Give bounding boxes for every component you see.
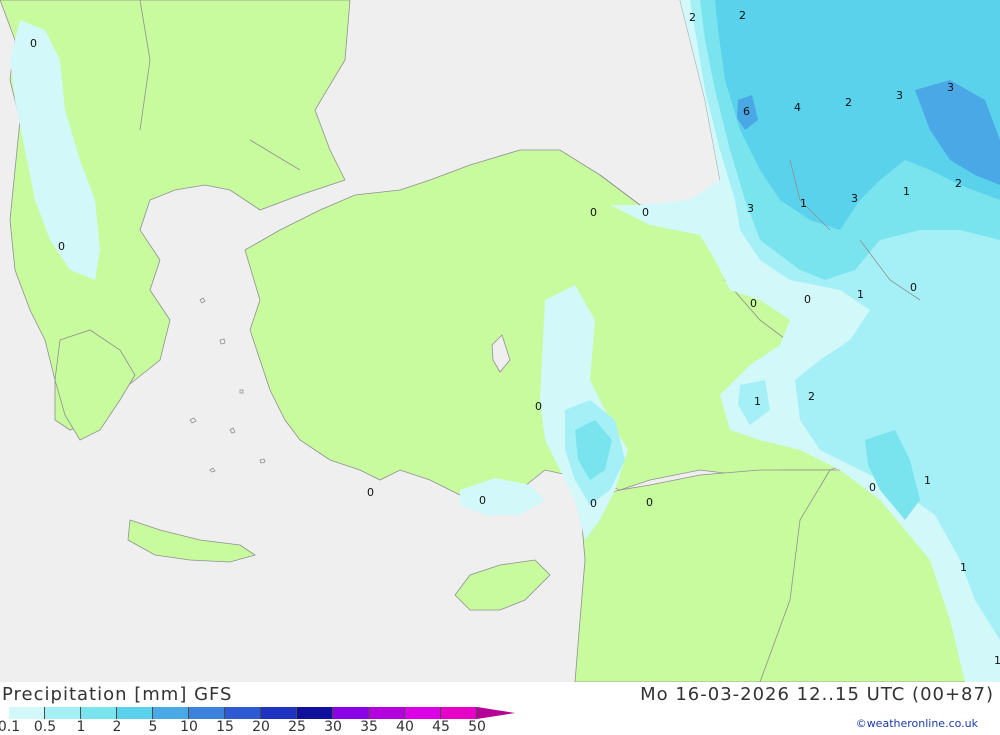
valid-time: Mo 16-03-2026 12..15 UTC (00+87) [640, 684, 994, 705]
legend-swatch [153, 707, 189, 719]
value-label: 1 [857, 288, 864, 301]
value-label: 1 [903, 185, 910, 198]
legend-swatch [81, 707, 117, 719]
value-label: 2 [808, 390, 815, 403]
legend-swatch [405, 707, 441, 719]
value-label: 3 [896, 89, 903, 102]
legend-swatch [297, 707, 333, 719]
legend-swatch [225, 707, 261, 719]
value-label: 0 [646, 496, 653, 509]
legend-arrow [477, 707, 515, 719]
value-label: 0 [30, 37, 37, 50]
value-label: 0 [590, 206, 597, 219]
value-label: 0 [750, 297, 757, 310]
value-label: 0 [535, 400, 542, 413]
legend-swatch [369, 707, 405, 719]
value-label: 0 [910, 281, 917, 294]
legend-swatch [441, 707, 477, 719]
value-label: 1 [800, 197, 807, 210]
value-label: 3 [851, 192, 858, 205]
value-label: 3 [747, 202, 754, 215]
value-label: 3 [947, 81, 954, 94]
value-label: 0 [642, 206, 649, 219]
value-label: 0 [804, 293, 811, 306]
legend-swatch [261, 707, 297, 719]
value-label: 4 [794, 101, 801, 114]
value-label: 1 [754, 395, 761, 408]
value-label: 0 [869, 481, 876, 494]
legend-color-bar [9, 707, 477, 719]
legend-labels: 0.1 0.5 1 2 5 10 15 20 25 30 35 40 45 50 [0, 719, 529, 735]
precip-legend: 0.1 0.5 1 2 5 10 15 20 25 30 35 40 45 50 [0, 707, 521, 735]
value-label: 0 [367, 486, 374, 499]
legend-swatch [9, 707, 45, 719]
value-label: 1 [994, 654, 1000, 667]
value-label: 2 [955, 177, 962, 190]
value-label: 2 [845, 96, 852, 109]
map-title: Precipitation [mm] GFS [2, 684, 233, 705]
legend-swatch [117, 707, 153, 719]
credit-link[interactable]: ©weatheronline.co.uk [856, 717, 978, 730]
legend-swatch [333, 707, 369, 719]
value-label: 0 [58, 240, 65, 253]
precipitation-map: 0 0 0 0 0 0 0 0 0 0 0 0 0 1 1 1 1 1 1 1 … [0, 0, 1000, 682]
value-label: 1 [924, 474, 931, 487]
value-label: 2 [689, 11, 696, 24]
legend-swatch [45, 707, 81, 719]
value-label: 0 [479, 494, 486, 507]
value-label: 0 [590, 497, 597, 510]
legend-swatch [189, 707, 225, 719]
value-label: 2 [739, 9, 746, 22]
value-label: 1 [960, 561, 967, 574]
value-label: 6 [743, 105, 750, 118]
